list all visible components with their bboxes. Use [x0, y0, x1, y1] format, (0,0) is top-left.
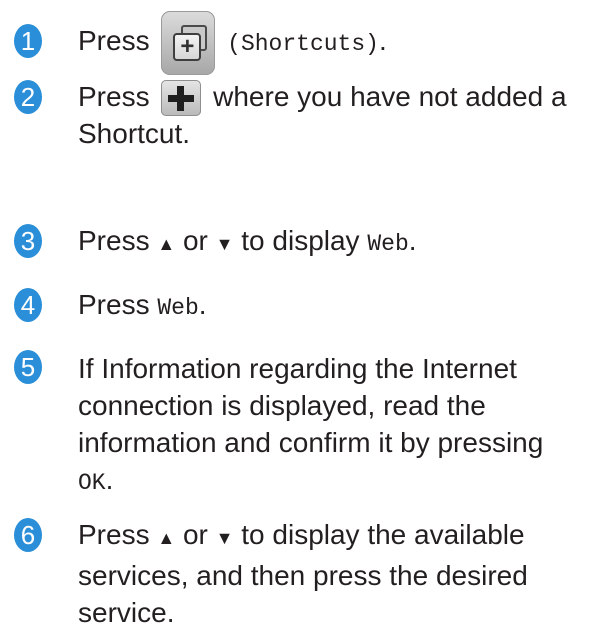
instruction-text: If Information regarding the Internet [78, 353, 517, 384]
down-arrow-icon: ▼ [215, 528, 234, 548]
instruction-text: Press [78, 81, 150, 112]
shortcuts-icon[interactable]: + [161, 10, 216, 75]
instruction-text: services, and then press the desired [78, 560, 528, 591]
up-arrow-icon: ▲ [157, 234, 176, 254]
step-number-badge: 2 [14, 80, 42, 114]
instruction-text: to display the available [241, 519, 525, 550]
instruction-text: or [182, 225, 208, 256]
step-text: Press ▲ or ▼ to display the available se… [78, 516, 608, 631]
instruction-text: connection is displayed, read the [78, 390, 486, 421]
step-text: Press where you have not added a Shortcu… [78, 78, 608, 152]
punctuation: . [198, 289, 207, 320]
step-text: Press + (Shortcuts). [78, 10, 608, 75]
punctuation: . [408, 225, 417, 256]
instruction-text: Press [78, 289, 150, 320]
step-text: Press ▲ or ▼ to display Web. [78, 222, 608, 263]
step-number-badge: 6 [14, 518, 42, 552]
instruction-text: Shortcut. [78, 118, 191, 149]
step-number-badge: 3 [14, 224, 42, 258]
step-number-badge: 1 [14, 24, 42, 58]
punctuation: . [105, 464, 114, 495]
punctuation: . [378, 25, 387, 56]
lcd-text-ok: OK [78, 470, 106, 496]
down-arrow-icon: ▼ [215, 234, 234, 254]
instruction-text: where you have not added a [213, 81, 567, 112]
step-number-badge: 4 [14, 288, 42, 322]
lcd-text-shortcuts: (Shortcuts) [227, 31, 379, 57]
instruction-text: Press [78, 25, 150, 56]
lcd-text-web: Web [367, 231, 409, 257]
up-arrow-icon: ▲ [157, 528, 176, 548]
lcd-text-web: Web [157, 295, 199, 321]
instruction-text: Press [78, 225, 150, 256]
step-text: Press Web. [78, 286, 608, 327]
step-number-badge: 5 [14, 350, 42, 384]
instruction-text: to display [241, 225, 360, 256]
step-text: If Information regarding the Internet co… [78, 350, 608, 502]
instruction-text: or [182, 519, 208, 550]
instruction-text: service. [78, 597, 175, 628]
instruction-text: information and confirm it by pressing [78, 427, 544, 458]
instruction-text: Press [78, 519, 150, 550]
add-shortcut-plus-icon[interactable] [161, 79, 202, 116]
